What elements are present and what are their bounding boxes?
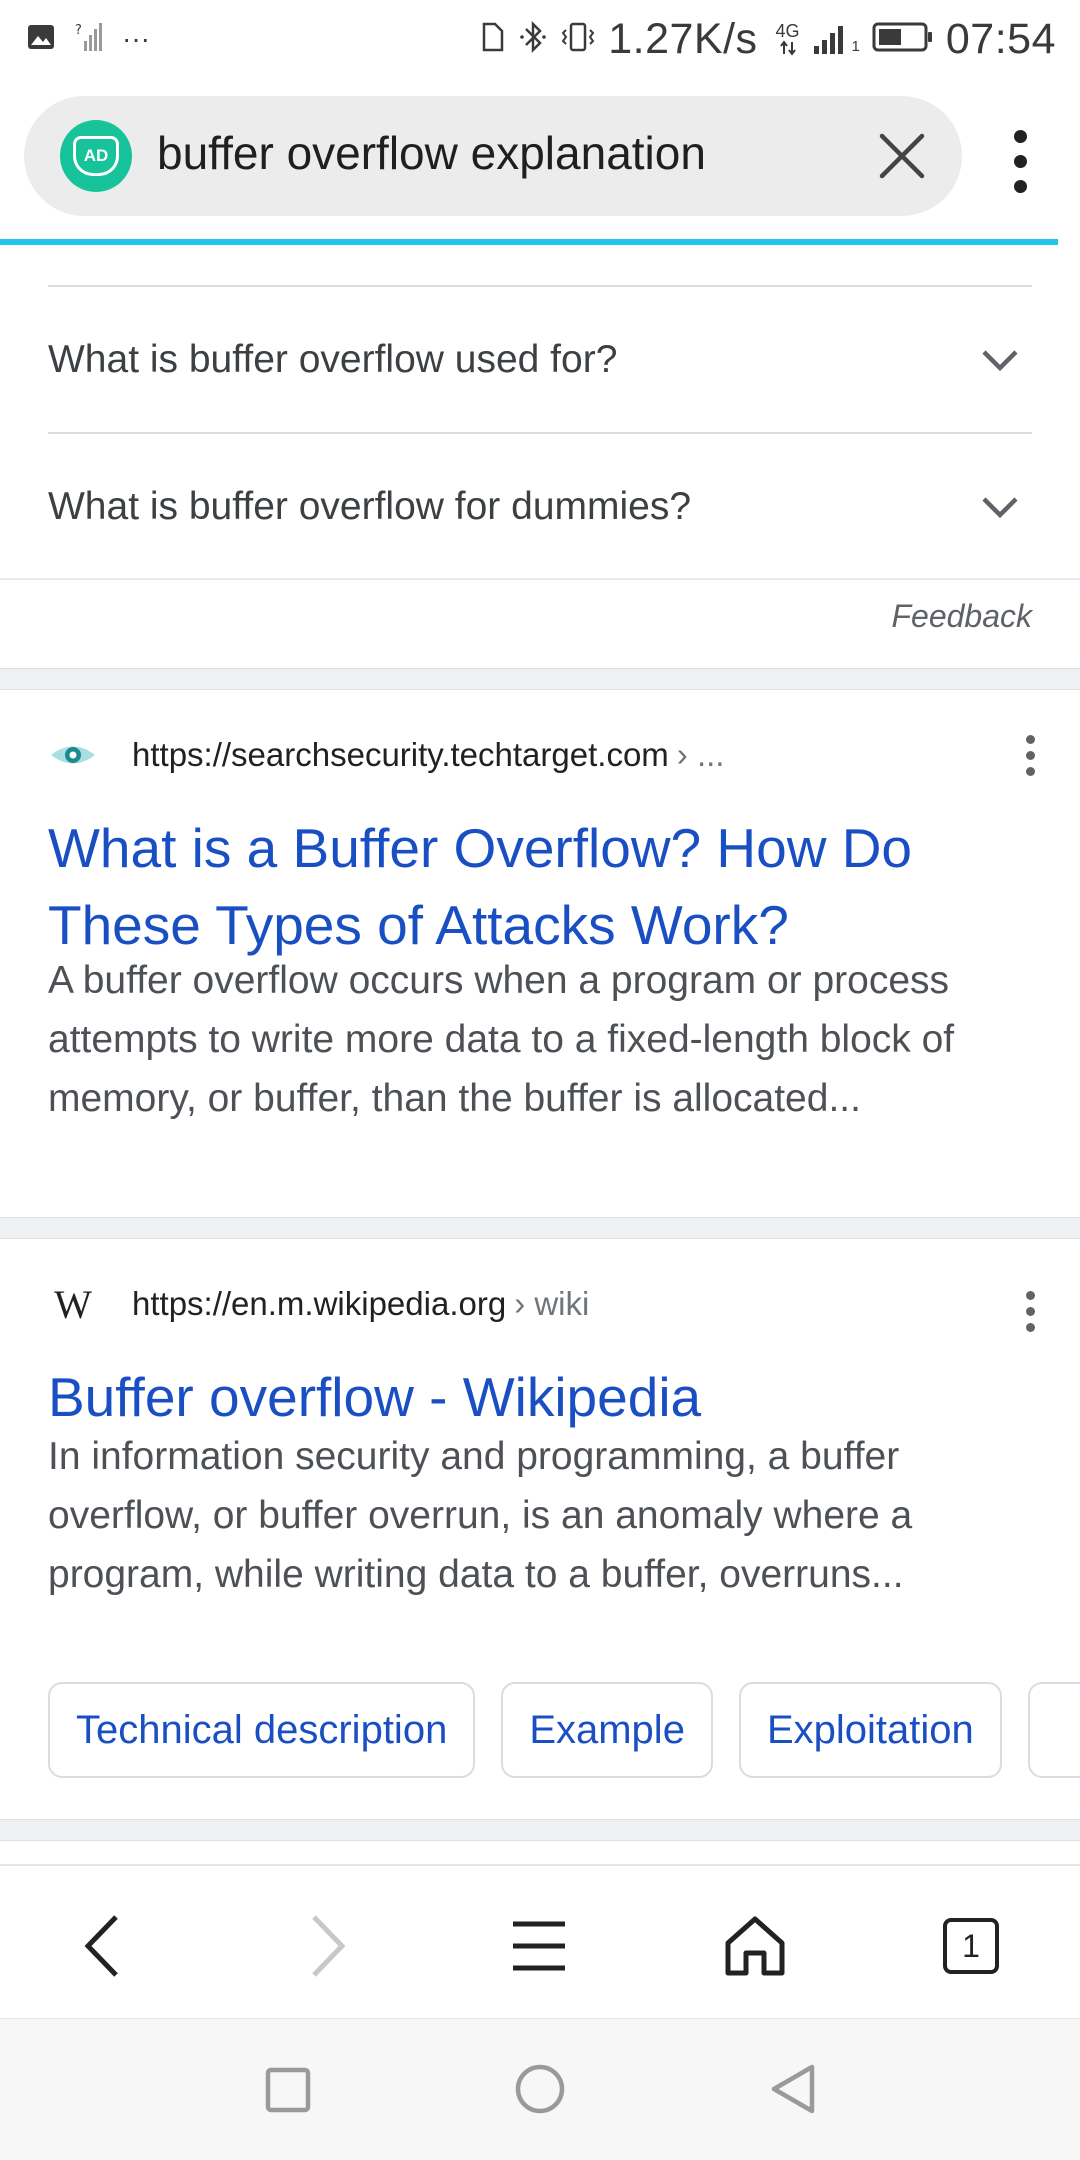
- back-button[interactable]: [63, 1906, 143, 1986]
- sitelink-chip[interactable]: Example: [501, 1682, 713, 1778]
- faq-question: What is buffer overflow for dummies?: [48, 485, 692, 528]
- nfc-icon: [480, 20, 506, 59]
- vibrate-icon: [560, 20, 596, 59]
- result-breadcrumb: › ...: [676, 736, 725, 773]
- recents-button[interactable]: [257, 2059, 317, 2119]
- search-box[interactable]: AD buffer overflow explanation: [24, 96, 962, 216]
- sitelink-chip[interactable]: Technical description: [48, 1682, 476, 1778]
- section-separator: [0, 1819, 1080, 1841]
- result-more-options-button[interactable]: [1020, 1286, 1040, 1336]
- browser-menu-button[interactable]: [1000, 128, 1040, 238]
- svg-text:?: ?: [75, 23, 82, 38]
- forward-button[interactable]: [287, 1906, 367, 1986]
- cell-signal-icon: 1: [812, 22, 860, 56]
- menu-button[interactable]: [499, 1906, 579, 1986]
- network-type-label: 4G: [775, 21, 800, 41]
- home-icon: [725, 1916, 785, 1976]
- sitelink-chip[interactable]: Exploitation: [738, 1682, 1002, 1778]
- system-navigation-bar: [0, 2018, 1080, 2160]
- clock: 07:54: [945, 14, 1056, 63]
- result-more-options-button[interactable]: [1020, 730, 1040, 780]
- search-query-text[interactable]: buffer overflow explanation: [157, 126, 706, 180]
- home-button[interactable]: [715, 1906, 795, 1986]
- chevron-down-icon: [982, 497, 1018, 519]
- section-separator: [0, 1217, 1080, 1239]
- result-title-link[interactable]: What is a Buffer Overflow? How Do These …: [48, 810, 1032, 964]
- adblock-shield-icon[interactable]: AD: [60, 120, 132, 192]
- home-nav-button[interactable]: [510, 2059, 570, 2119]
- gallery-notification-icon: [26, 22, 56, 57]
- tab-count: 1: [962, 1927, 980, 1964]
- sim-slot-label: 1: [851, 38, 860, 55]
- tabs-button[interactable]: 1: [931, 1906, 1011, 1986]
- faq-item[interactable]: What is buffer overflow used for?: [48, 287, 1032, 433]
- sitelink-chip-overflow[interactable]: [1027, 1682, 1080, 1778]
- search-result-card: W https://en.m.wikipedia.org › wiki Buff…: [0, 1239, 1080, 1819]
- search-results-page: What is buffer overflow used for? What i…: [0, 245, 1080, 1865]
- more-notifications-indicator: ···: [122, 23, 150, 54]
- tab-count-icon: 1: [943, 1918, 999, 1974]
- chevron-right-icon: [312, 1915, 346, 1977]
- feedback-row: Feedback: [0, 578, 1080, 666]
- result-url: https://en.m.wikipedia.org: [132, 1285, 507, 1322]
- feedback-link[interactable]: Feedback: [891, 598, 1032, 635]
- status-bar: ? ··· 1.27K/s 4G 1 07:54: [0, 0, 1080, 78]
- result-title-link[interactable]: Buffer overflow - Wikipedia: [48, 1359, 1032, 1436]
- faq-item[interactable]: What is buffer overflow for dummies?: [48, 434, 1032, 580]
- wikipedia-favicon-icon: W: [48, 1282, 98, 1327]
- triangle-back-icon: [771, 2064, 815, 2114]
- result-source-row[interactable]: https://searchsecurity.techtarget.com › …: [48, 730, 724, 780]
- section-separator: [0, 668, 1080, 690]
- chevron-down-icon: [982, 350, 1018, 372]
- data-activity-icon: 4G: [776, 22, 800, 56]
- result-url: https://searchsecurity.techtarget.com: [132, 736, 669, 773]
- circle-icon: [515, 2064, 565, 2114]
- square-icon: [265, 2067, 311, 2113]
- techtarget-favicon-icon: [48, 735, 98, 775]
- browser-toolbar: 1: [0, 1864, 1080, 2018]
- sitelink-chips: Technical description Example Exploitati…: [48, 1682, 1080, 1778]
- address-bar-area: AD buffer overflow explanation: [0, 78, 1080, 242]
- result-snippet: A buffer overflow occurs when a program …: [48, 959, 955, 1120]
- result-snippet: In information security and programming,…: [48, 1435, 913, 1596]
- wikipedia-favicon-letter: W: [54, 1281, 92, 1327]
- result-source-row[interactable]: W https://en.m.wikipedia.org › wiki: [48, 1279, 589, 1329]
- back-nav-button[interactable]: [763, 2059, 823, 2119]
- clear-icon[interactable]: [872, 126, 932, 186]
- chevron-left-icon: [84, 1915, 118, 1977]
- faq-question: What is buffer overflow used for?: [48, 338, 618, 381]
- hamburger-menu-icon: [513, 1921, 565, 1971]
- result-breadcrumb: › wiki: [514, 1285, 590, 1322]
- adblock-badge-label: AD: [83, 146, 109, 165]
- network-speed: 1.27K/s: [608, 14, 758, 63]
- battery-icon: [872, 21, 934, 58]
- no-sim-signal-icon: ?: [74, 21, 104, 58]
- bluetooth-icon: [518, 20, 548, 59]
